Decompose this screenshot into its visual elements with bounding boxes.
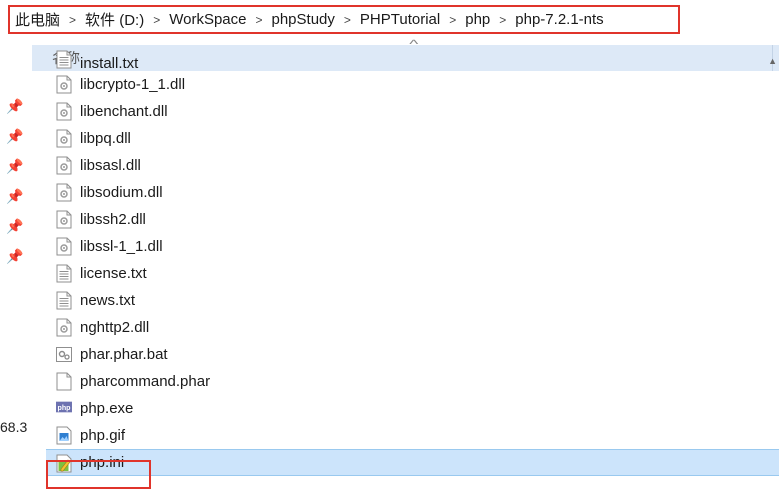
batch-file-icon <box>56 345 72 364</box>
address-breadcrumb[interactable]: 此电脑 > 软件 (D:) > WorkSpace > phpStudy > P… <box>8 5 680 34</box>
file-name: libsasl.dll <box>80 157 141 174</box>
file-row[interactable]: pharcommand.phar <box>46 368 779 395</box>
file-row[interactable]: php.ini <box>46 449 779 476</box>
file-row[interactable]: libssl-1_1.dll <box>46 233 779 260</box>
nav-pane-partial-text: 68.3 <box>0 419 28 435</box>
file-row[interactable]: php.gif <box>46 422 779 449</box>
file-row[interactable]: libssh2.dll <box>46 206 779 233</box>
chevron-right-icon[interactable]: > <box>449 13 456 27</box>
file-row[interactable]: libcrypto-1_1.dll <box>46 71 779 98</box>
file-name: phar.phar.bat <box>80 346 168 363</box>
file-row[interactable]: nghttp2.dll <box>46 314 779 341</box>
pin-icon[interactable]: 📌 <box>6 188 26 218</box>
file-name: libpq.dll <box>80 130 131 147</box>
file-row[interactable]: news.txt <box>46 287 779 314</box>
file-name: libssl-1_1.dll <box>80 238 163 255</box>
file-row[interactable]: libsasl.dll <box>46 152 779 179</box>
file-list: install.txt libcrypto-1_1.dll libenchant.d… <box>46 50 779 476</box>
file-row[interactable]: libpq.dll <box>46 125 779 152</box>
file-row[interactable]: install.txt <box>46 50 779 72</box>
breadcrumb-workspace[interactable]: WorkSpace <box>169 11 246 28</box>
text-file-icon <box>56 50 72 69</box>
dll-file-icon <box>56 183 72 202</box>
breadcrumb-this-pc[interactable]: 此电脑 <box>15 9 60 30</box>
text-file-icon <box>56 291 72 310</box>
file-row[interactable]: libsodium.dll <box>46 179 779 206</box>
dll-file-icon <box>56 318 72 337</box>
text-file-icon <box>56 264 72 283</box>
breadcrumb-drive-d[interactable]: 软件 (D:) <box>85 9 144 30</box>
blank-file-icon <box>56 372 72 391</box>
file-name: nghttp2.dll <box>80 319 150 336</box>
dll-file-icon <box>56 75 72 94</box>
file-name: install.txt <box>80 55 139 72</box>
chevron-right-icon[interactable]: > <box>344 13 351 27</box>
file-name: libsodium.dll <box>80 184 163 201</box>
file-name: libcrypto-1_1.dll <box>80 76 186 93</box>
chevron-right-icon[interactable]: > <box>69 13 76 27</box>
php-exe-icon: php <box>56 399 72 418</box>
pin-icon[interactable]: 📌 <box>6 218 26 248</box>
pin-icon[interactable]: 📌 <box>6 98 26 128</box>
svg-text:php: php <box>57 404 71 412</box>
highlight-annotation-box <box>46 460 151 489</box>
file-row[interactable]: libenchant.dll <box>46 98 779 125</box>
dll-file-icon <box>56 129 72 148</box>
file-row[interactable]: php php.exe <box>46 395 779 422</box>
chevron-right-icon[interactable]: > <box>153 13 160 27</box>
file-name: license.txt <box>80 265 147 282</box>
breadcrumb-php-7-2-1-nts[interactable]: php-7.2.1-nts <box>515 11 603 28</box>
breadcrumb-php[interactable]: php <box>465 11 490 28</box>
chevron-right-icon[interactable]: > <box>499 13 506 27</box>
file-row[interactable]: license.txt <box>46 260 779 287</box>
pin-icon[interactable]: 📌 <box>6 248 26 278</box>
dll-file-icon <box>56 156 72 175</box>
file-row[interactable]: phar.phar.bat <box>46 341 779 368</box>
pin-icon[interactable]: 📌 <box>6 158 26 188</box>
file-name: php.gif <box>80 427 126 444</box>
image-file-icon <box>56 426 72 445</box>
file-name: libenchant.dll <box>80 103 168 120</box>
pin-icon[interactable]: 📌 <box>6 128 26 158</box>
file-name: libssh2.dll <box>80 211 146 228</box>
breadcrumb-phptutorial[interactable]: PHPTutorial <box>360 11 440 28</box>
breadcrumb-phpstudy[interactable]: phpStudy <box>272 11 335 28</box>
dll-file-icon <box>56 237 72 256</box>
file-name: news.txt <box>80 292 136 309</box>
dll-file-icon <box>56 210 72 229</box>
dll-file-icon <box>56 102 72 121</box>
file-name: pharcommand.phar <box>80 373 211 390</box>
quick-access-pins: 📌 📌 📌 📌 📌 📌 <box>6 98 26 278</box>
file-name: php.exe <box>80 400 134 417</box>
chevron-right-icon[interactable]: > <box>255 13 262 27</box>
